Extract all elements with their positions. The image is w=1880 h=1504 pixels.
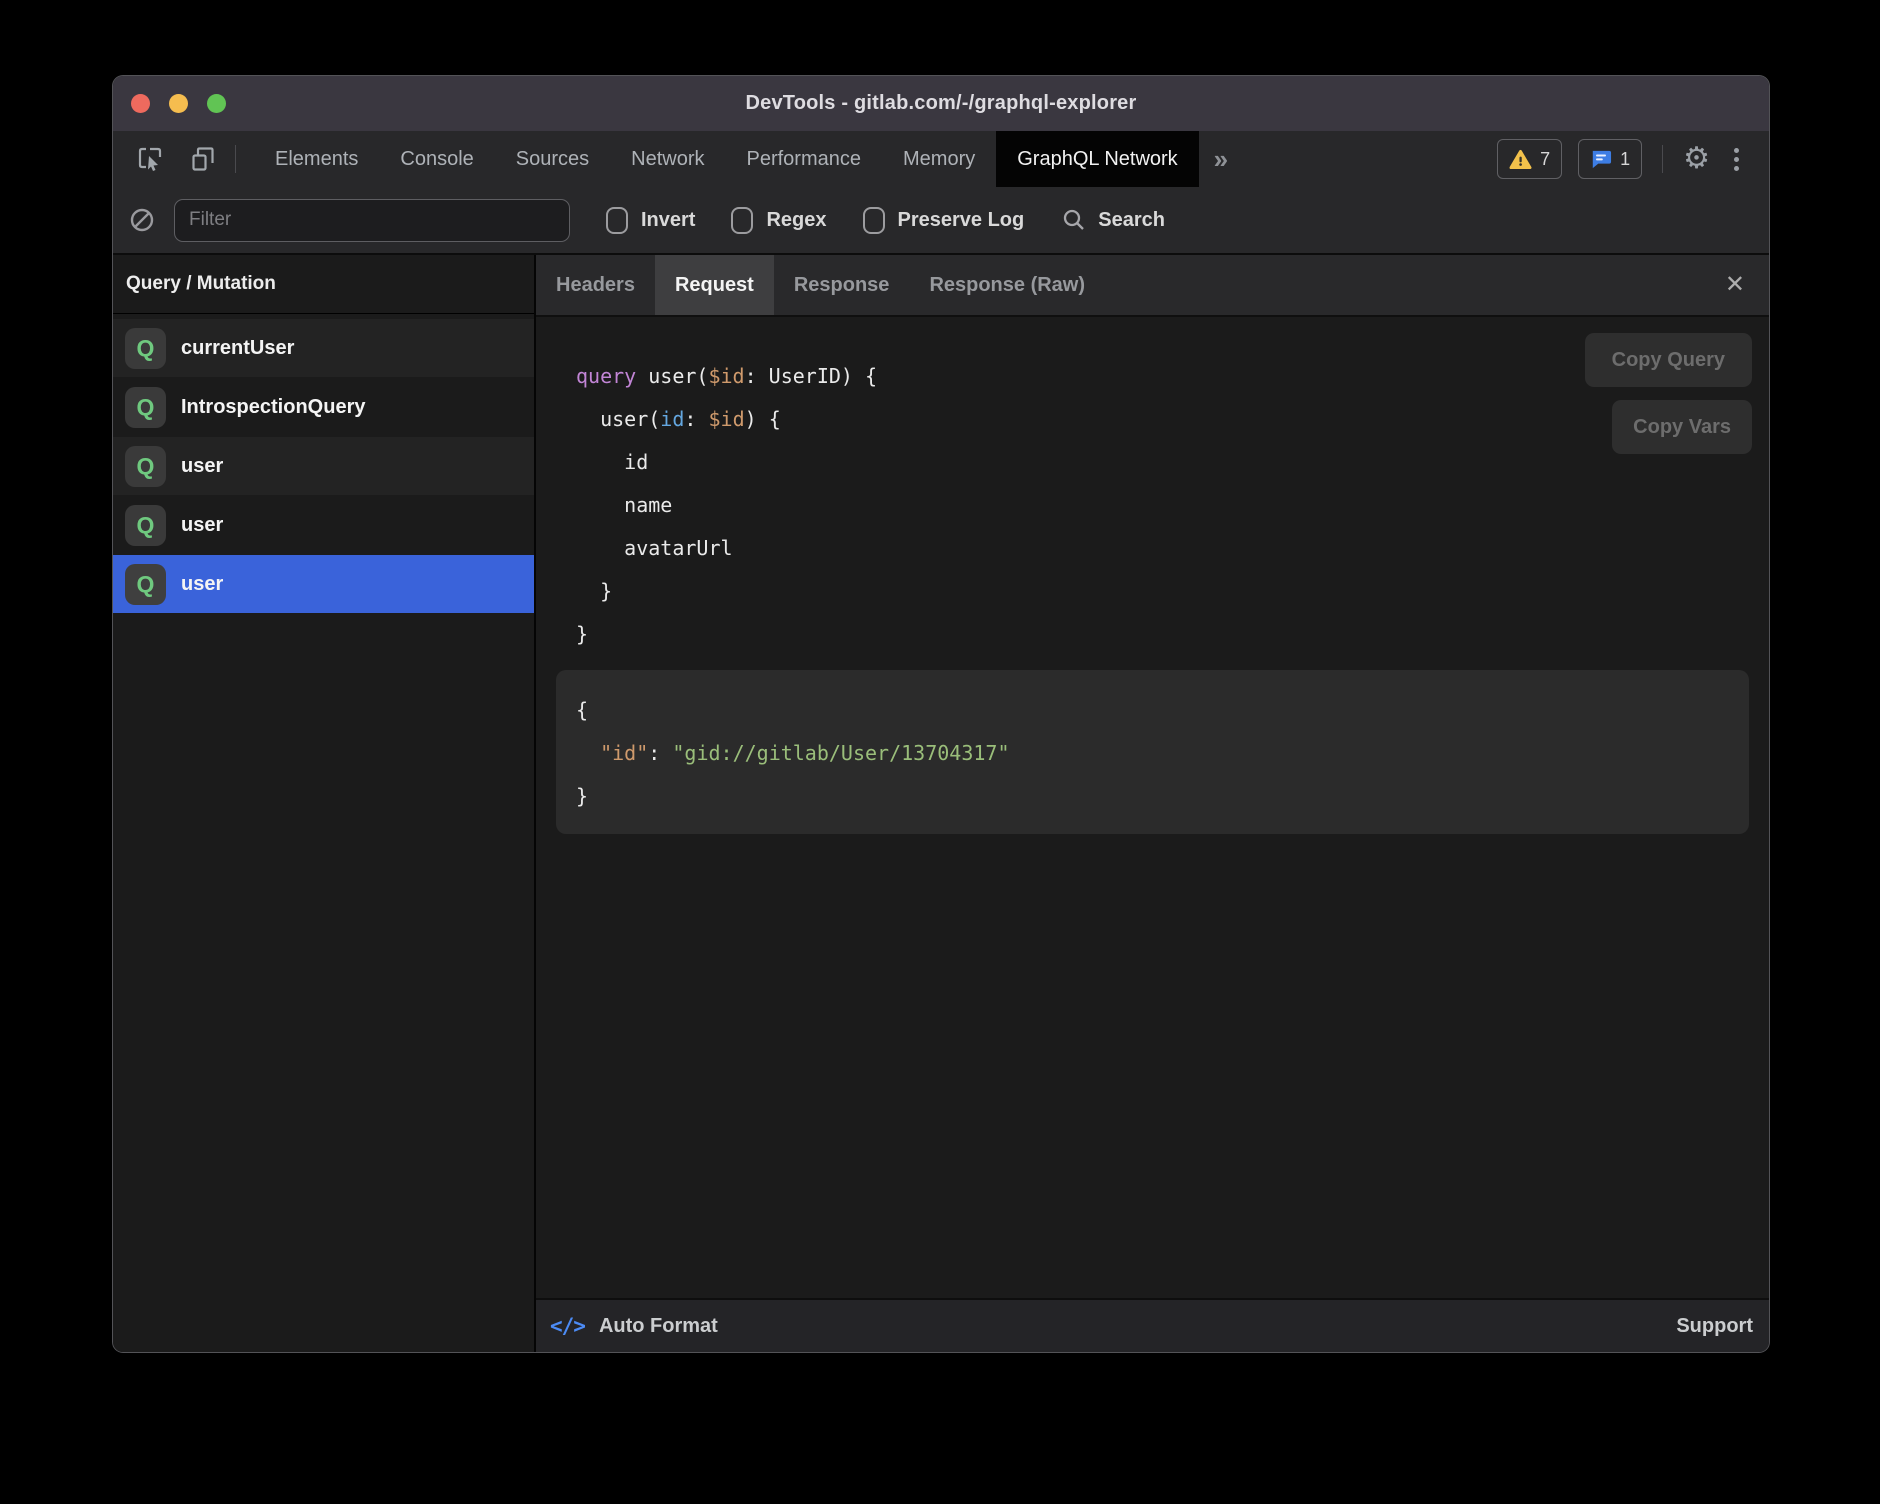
detail-tab-response[interactable]: Response bbox=[774, 255, 910, 315]
toolbar-left-icons bbox=[113, 131, 217, 187]
window-controls bbox=[131, 76, 226, 131]
window-titlebar: DevTools - gitlab.com/-/graphql-explorer bbox=[113, 76, 1769, 131]
invert-checkbox-group[interactable]: Invert bbox=[606, 207, 695, 234]
invert-checkbox[interactable] bbox=[606, 207, 628, 234]
query-list-item-user-2[interactable]: Quser bbox=[113, 437, 534, 495]
devtools-tab-memory[interactable]: Memory bbox=[882, 131, 996, 187]
query-name: user bbox=[181, 455, 223, 478]
more-tabs-chevron-icon[interactable]: » bbox=[1199, 131, 1243, 187]
query-type-badge: Q bbox=[125, 387, 166, 428]
warning-triangle-icon bbox=[1509, 149, 1532, 170]
query-list-item-introspectionquery-1[interactable]: Q IntrospectionQuery bbox=[113, 378, 534, 436]
devtools-tab-console[interactable]: Console bbox=[379, 131, 494, 187]
regex-checkbox[interactable] bbox=[731, 207, 753, 234]
toolbar-separator bbox=[1662, 145, 1663, 173]
regex-checkbox-group[interactable]: Regex bbox=[731, 207, 826, 234]
filter-bar: Invert Regex Preserve Log Search bbox=[113, 187, 1769, 255]
devtools-window: DevTools - gitlab.com/-/graphql-explorer bbox=[112, 75, 1770, 1353]
query-name: currentUser bbox=[181, 337, 294, 360]
message-bubble-icon bbox=[1590, 149, 1612, 170]
code-line: } bbox=[576, 570, 1769, 613]
devtools-tab-elements[interactable]: Elements bbox=[254, 131, 379, 187]
detail-tab-request[interactable]: Request bbox=[655, 255, 774, 315]
copy-vars-button[interactable]: Copy Vars bbox=[1612, 400, 1752, 454]
close-window-button[interactable] bbox=[131, 94, 150, 113]
close-detail-icon[interactable]: ✕ bbox=[1717, 269, 1753, 301]
graphql-variables-block: { "id": "gid://gitlab/User/13704317"} bbox=[556, 670, 1749, 834]
customize-menu-icon[interactable] bbox=[1726, 144, 1747, 175]
auto-format-label[interactable]: Auto Format bbox=[599, 1315, 718, 1338]
query-list-item-user-3[interactable]: Quser bbox=[113, 496, 534, 554]
detail-tab-headers[interactable]: Headers bbox=[536, 255, 655, 315]
filter-input[interactable] bbox=[174, 199, 570, 242]
toolbar-right-icons: 7 1 ⚙ bbox=[1497, 131, 1769, 187]
code-line: avatarUrl bbox=[576, 527, 1769, 570]
window-title: DevTools - gitlab.com/-/graphql-explorer bbox=[745, 92, 1136, 115]
code-line: } bbox=[576, 775, 1729, 818]
messages-badge[interactable]: 1 bbox=[1578, 139, 1642, 179]
query-type-badge: Q bbox=[125, 328, 166, 369]
messages-count: 1 bbox=[1620, 149, 1630, 170]
detail-tabs-bar: HeadersRequestResponseResponse (Raw) ✕ bbox=[536, 255, 1769, 317]
clear-filter-icon[interactable] bbox=[127, 206, 156, 235]
detail-panel: HeadersRequestResponseResponse (Raw) ✕ C… bbox=[536, 255, 1769, 1352]
query-name: user bbox=[181, 573, 223, 596]
devtools-tab-performance[interactable]: Performance bbox=[726, 131, 883, 187]
copy-query-button[interactable]: Copy Query bbox=[1585, 333, 1752, 387]
invert-label: Invert bbox=[641, 209, 695, 232]
search-label: Search bbox=[1098, 209, 1165, 232]
query-name: user bbox=[181, 514, 223, 537]
query-list-panel: Query / Mutation QcurrentUserQIntrospect… bbox=[113, 255, 536, 1352]
code-format-icon[interactable]: </> bbox=[550, 1314, 585, 1338]
screen-background: DevTools - gitlab.com/-/graphql-explorer bbox=[0, 0, 1880, 1504]
main-area: Query / Mutation QcurrentUserQIntrospect… bbox=[113, 255, 1769, 1352]
code-line: name bbox=[576, 484, 1769, 527]
query-type-badge: Q bbox=[125, 446, 166, 487]
warnings-count: 7 bbox=[1540, 149, 1550, 170]
devtools-tab-network[interactable]: Network bbox=[610, 131, 725, 187]
detail-tab-response-raw[interactable]: Response (Raw) bbox=[909, 255, 1105, 315]
preserve-log-checkbox-group[interactable]: Preserve Log bbox=[863, 207, 1025, 234]
devtools-toolbar: ElementsConsoleSourcesNetworkPerformance… bbox=[113, 131, 1769, 187]
settings-gear-icon[interactable]: ⚙ bbox=[1683, 144, 1710, 174]
zoom-window-button[interactable] bbox=[207, 94, 226, 113]
preserve-log-checkbox[interactable] bbox=[863, 207, 885, 234]
toolbar-separator bbox=[235, 145, 236, 173]
code-line: } bbox=[576, 613, 1769, 656]
request-tab-content: Copy Query Copy Vars query user($id: Use… bbox=[536, 317, 1769, 1298]
warnings-badge[interactable]: 7 bbox=[1497, 139, 1562, 179]
query-name: IntrospectionQuery bbox=[181, 396, 365, 419]
query-list-header: Query / Mutation bbox=[113, 255, 534, 314]
minimize-window-button[interactable] bbox=[169, 94, 188, 113]
support-link[interactable]: Support bbox=[1676, 1315, 1753, 1338]
devtools-tabs: ElementsConsoleSourcesNetworkPerformance… bbox=[254, 131, 1199, 187]
query-type-badge: Q bbox=[125, 564, 166, 605]
preserve-log-label: Preserve Log bbox=[898, 209, 1025, 232]
detail-footer: </> Auto Format Support bbox=[536, 1298, 1769, 1352]
code-line: { bbox=[576, 689, 1729, 732]
query-list-item-currentuser-0[interactable]: QcurrentUser bbox=[113, 319, 534, 377]
inspect-element-icon[interactable] bbox=[135, 145, 164, 174]
regex-label: Regex bbox=[766, 209, 826, 232]
query-list: QcurrentUserQIntrospectionQueryQuserQuse… bbox=[113, 314, 534, 614]
code-line: "id": "gid://gitlab/User/13704317" bbox=[576, 732, 1729, 775]
query-list-item-user-4[interactable]: Quser bbox=[113, 555, 534, 613]
copy-buttons: Copy Query Copy Vars bbox=[1585, 333, 1752, 454]
devtools-tab-graphql-network[interactable]: GraphQL Network bbox=[996, 131, 1198, 187]
device-toolbar-icon[interactable] bbox=[188, 145, 217, 174]
query-type-badge: Q bbox=[125, 505, 166, 546]
search-icon bbox=[1062, 208, 1086, 232]
search-control[interactable]: Search bbox=[1062, 208, 1165, 232]
devtools-tab-sources[interactable]: Sources bbox=[495, 131, 610, 187]
